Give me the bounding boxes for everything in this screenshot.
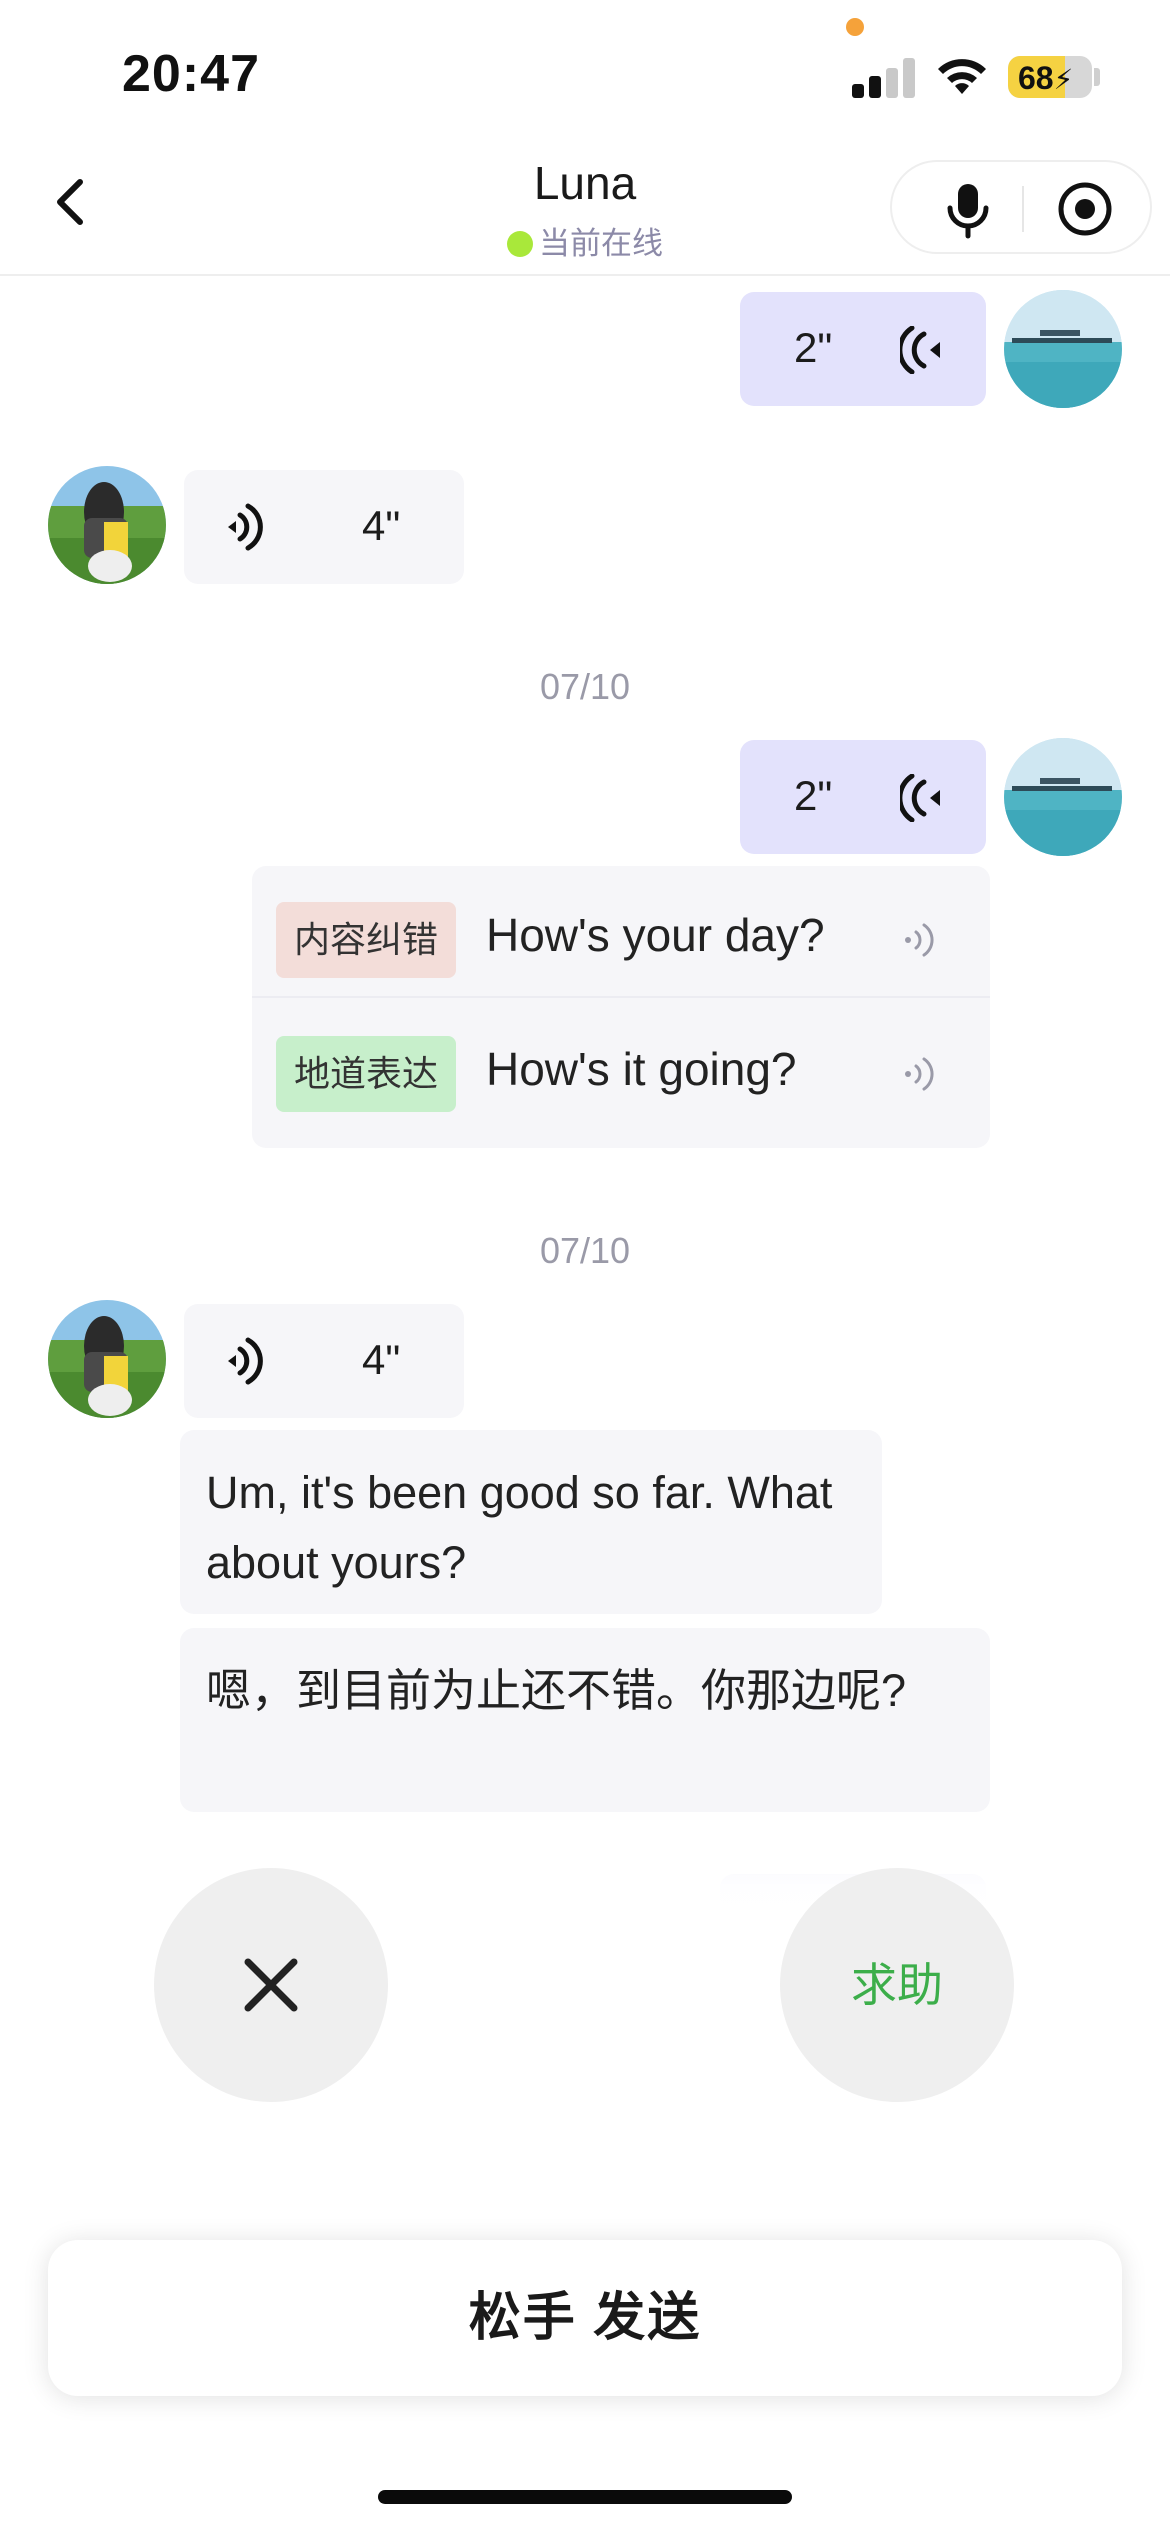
battery-percentage: 68⚡	[1018, 60, 1074, 96]
voice-duration: 4"	[362, 1336, 401, 1383]
online-dot	[507, 231, 533, 257]
cancel-button[interactable]	[154, 1868, 388, 2102]
feedback-row-idiomatic: 地道表达 How's it going?	[252, 1000, 990, 1132]
signal-icon	[852, 56, 916, 98]
battery-nub	[1094, 68, 1100, 86]
speaker-icon[interactable]	[898, 918, 942, 962]
header-actions-capsule	[890, 160, 1152, 254]
status-bar: 20:47 68⚡	[0, 0, 1170, 140]
correction-text: How's your day?	[486, 909, 825, 961]
battery-charging-icon: 68⚡	[1008, 56, 1092, 98]
contact-avatar[interactable]	[48, 1300, 166, 1418]
voice-wave-icon	[900, 326, 940, 374]
translation-bubble[interactable]: 嗯，到目前为止还不错。你那边呢?	[180, 1628, 990, 1812]
voice-wave-icon	[228, 1337, 263, 1385]
chat-header: Luna 当前在线	[0, 140, 1170, 276]
voice-duration: 2"	[794, 324, 833, 371]
close-icon	[244, 1958, 298, 2012]
idiomatic-tag: 地道表达	[276, 1036, 457, 1112]
date-separator: 07/10	[539, 666, 631, 707]
header-actions-divider	[1022, 186, 1024, 232]
online-status-text: 当前在线	[539, 226, 663, 261]
my-voice-message[interactable]: 2"	[740, 740, 986, 854]
feedback-card: 内容纠错 How's your day? 地道表达 How's it going…	[252, 866, 990, 1148]
my-avatar[interactable]	[1004, 738, 1122, 856]
contact-voice-message[interactable]: 4"	[184, 1304, 464, 1418]
contact-voice-message[interactable]: 4"	[184, 470, 464, 584]
my-voice-message[interactable]: 2"	[740, 292, 986, 406]
idiomatic-text: How's it going?	[486, 1043, 797, 1095]
voice-duration: 4"	[362, 502, 401, 549]
voice-wave-icon	[228, 503, 263, 551]
feedback-row-correction: 内容纠错 How's your day?	[252, 866, 990, 998]
wifi-icon	[938, 59, 986, 94]
date-separator: 07/10	[539, 1230, 631, 1271]
status-time: 20:47	[122, 45, 260, 103]
speaker-icon[interactable]	[898, 1052, 942, 1096]
correction-tag: 内容纠错	[276, 902, 457, 978]
my-avatar[interactable]	[1004, 290, 1122, 408]
release-to-send-button[interactable]: 松手 发送	[48, 2240, 1122, 2396]
record-icon[interactable]	[1056, 180, 1114, 238]
home-indicator[interactable]	[378, 2490, 792, 2504]
help-button[interactable]: 求助	[780, 1868, 1014, 2102]
voice-duration: 2"	[794, 772, 833, 819]
transcript-bubble[interactable]: Um, it's been good so far. What about yo…	[180, 1430, 882, 1614]
privacy-indicator-dot	[846, 18, 864, 36]
contact-avatar[interactable]	[48, 466, 166, 584]
voice-wave-icon	[900, 774, 940, 822]
microphone-icon[interactable]	[940, 180, 996, 240]
